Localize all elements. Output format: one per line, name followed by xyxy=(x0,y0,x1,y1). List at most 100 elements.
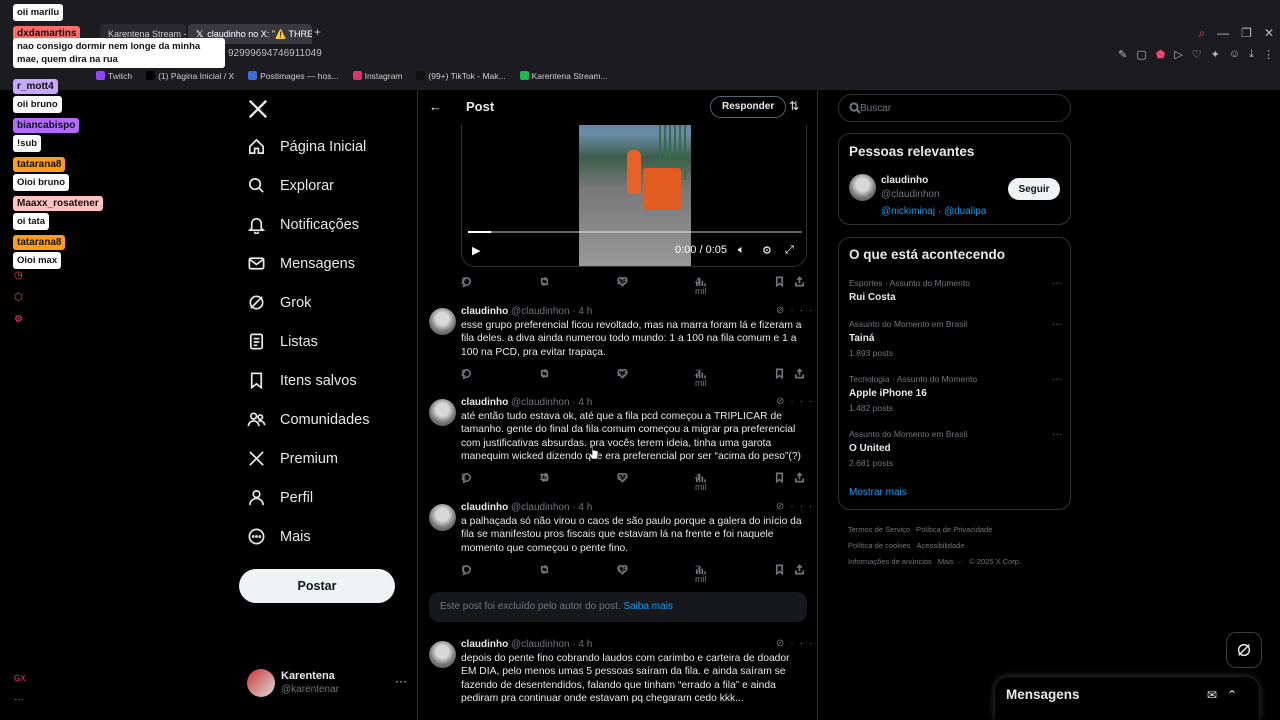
grok-button[interactable] xyxy=(1226,632,1262,668)
video-progress-bar[interactable] xyxy=(468,231,802,233)
retweet-button[interactable] xyxy=(539,368,550,379)
avatar[interactable] xyxy=(429,641,456,668)
views-button[interactable]: 2 mil xyxy=(695,564,707,584)
video-player[interactable]: ▶ 0:00 / 0:05 🔈︎ ⚙ ⤢ xyxy=(461,125,807,267)
nav-item-p-gina-inicial[interactable]: Página Inicial xyxy=(247,137,366,156)
bookmark-item[interactable]: Postimages — hos... xyxy=(248,71,339,85)
post-button[interactable]: Postar xyxy=(239,569,395,603)
nav-item-grok[interactable]: Grok xyxy=(247,293,311,312)
footer-link[interactable]: Informações de anúncios xyxy=(848,557,932,566)
new-message-icon[interactable]: ✉ xyxy=(1207,688,1227,702)
more-icon[interactable]: ··· xyxy=(14,694,24,705)
grok-icon[interactable]: ⊘ xyxy=(776,396,790,407)
bookmark-button[interactable] xyxy=(774,564,785,575)
nav-item-itens-salvos[interactable]: Itens salvos xyxy=(247,371,357,390)
extensions-icon[interactable]: ✦ xyxy=(1211,48,1220,61)
profile-icon[interactable]: ☺ xyxy=(1229,48,1240,61)
reply-button[interactable]: Responder xyxy=(710,96,787,118)
nav-item-premium[interactable]: Premium xyxy=(247,449,338,468)
reply-button[interactable]: 2 xyxy=(461,276,472,287)
footer-link[interactable]: © 2025 X Corp. xyxy=(969,557,1021,566)
volume-icon[interactable]: 🔈︎ xyxy=(738,244,745,257)
twitch-icon[interactable]: ⬡ xyxy=(14,292,23,303)
more-icon[interactable]: ··· xyxy=(1052,319,1062,330)
show-more-link[interactable]: Mostrar mais xyxy=(849,487,907,498)
trend-item[interactable]: Tecnologia · Assunto do Momento Apple iPh… xyxy=(849,374,1064,413)
x-logo-icon[interactable] xyxy=(247,98,269,120)
footer-link[interactable]: Acessibilidade xyxy=(917,541,965,550)
reply-button[interactable]: 1 xyxy=(461,564,472,575)
more-icon[interactable]: ··· xyxy=(1052,429,1062,440)
like-button[interactable]: 18 xyxy=(617,564,628,575)
bookmark-item[interactable]: Karentena Stream... xyxy=(519,71,608,85)
follow-button[interactable]: Seguir xyxy=(1008,178,1060,200)
avatar[interactable] xyxy=(429,308,456,335)
retweet-button[interactable] xyxy=(539,276,550,287)
footer-link[interactable]: Mais ··· xyxy=(938,557,963,566)
address-bar[interactable]: 9299969474691104​9 xyxy=(228,48,322,59)
bookmark-button[interactable] xyxy=(774,368,785,379)
retweet-button[interactable]: 16 xyxy=(539,472,550,483)
bookmark-button[interactable] xyxy=(774,472,785,483)
nav-item-notifica-es[interactable]: Notificações xyxy=(247,215,359,234)
nav-item-explorar[interactable]: Explorar xyxy=(247,176,334,195)
like-button[interactable]: 59 xyxy=(617,472,628,483)
footer-link[interactable]: Política de cookies xyxy=(848,541,911,550)
new-tab-button[interactable]: + xyxy=(314,25,321,39)
pin-icon[interactable]: ✎ xyxy=(1118,48,1127,61)
bookmark-item[interactable]: (99+) TikTok - Mak... xyxy=(416,71,506,85)
tweet-author[interactable]: claudinho xyxy=(461,502,508,513)
trend-item[interactable]: Esportes · Assunto do Momento Rui Costa ··… xyxy=(849,278,1064,303)
settings-icon[interactable]: ⚙ xyxy=(14,314,23,325)
nav-item-mais[interactable]: Mais xyxy=(247,527,311,546)
learn-more-link[interactable]: Saiba mais xyxy=(623,601,672,612)
expand-icon[interactable]: ⌃ xyxy=(1227,688,1247,702)
screenshot-icon[interactable]: ▢ xyxy=(1136,48,1146,61)
download-icon[interactable]: ⤓ xyxy=(1249,48,1254,61)
heart-icon[interactable]: ♡ xyxy=(1192,48,1202,61)
more-icon[interactable]: ··· xyxy=(790,638,817,649)
account-switcher[interactable]: Karentena @karentenar ··· xyxy=(247,668,407,698)
tweet-author[interactable]: claudinho xyxy=(461,639,508,650)
trend-item[interactable]: Assunto do Momento em Brasil O United 2.68… xyxy=(849,429,1064,468)
back-arrow-icon[interactable]: ← xyxy=(429,99,442,114)
share-button[interactable] xyxy=(794,472,805,483)
avatar[interactable] xyxy=(429,504,456,531)
nav-item-comunidades[interactable]: Comunidades xyxy=(247,410,369,429)
grok-icon[interactable]: ⊘ xyxy=(776,638,790,649)
bookmark-item[interactable]: Instagram xyxy=(352,71,402,85)
nav-item-listas[interactable]: Listas xyxy=(247,332,318,351)
grok-icon[interactable]: ⊘ xyxy=(776,501,790,512)
footer-link[interactable]: Termos de Serviço xyxy=(848,525,910,534)
bookmark-button[interactable] xyxy=(774,276,785,287)
nav-item-mensagens[interactable]: Mensagens xyxy=(247,254,355,273)
filter-icon[interactable]: ⇅ xyxy=(789,99,799,113)
shield-icon[interactable]: ⬟ xyxy=(1156,48,1166,61)
history-icon[interactable]: ◷ xyxy=(14,270,23,281)
views-button[interactable]: 4 mil xyxy=(695,472,707,492)
play-icon[interactable]: ▷ xyxy=(1174,48,1182,61)
reply-button[interactable]: 3 xyxy=(461,472,472,483)
fullscreen-icon[interactable]: ⤢ xyxy=(785,244,794,257)
messages-drawer[interactable]: Mensagens ✉⌃ xyxy=(995,677,1259,720)
search-input[interactable] xyxy=(860,99,1060,117)
more-icon[interactable]: ··· xyxy=(1052,278,1062,289)
trend-item[interactable]: Assunto do Momento em Brasil Tainá 1.893 p… xyxy=(849,319,1064,358)
gx-icon[interactable]: GX xyxy=(14,674,26,683)
views-button[interactable]: 4 mil xyxy=(695,276,707,296)
reply-button[interactable]: 2 xyxy=(461,368,472,379)
maximize-button[interactable]: ❐ xyxy=(1241,26,1252,41)
more-icon[interactable]: ··· xyxy=(395,674,407,688)
more-icon[interactable]: ··· xyxy=(790,396,817,407)
close-button[interactable]: ✕ xyxy=(1264,26,1274,41)
like-button[interactable]: 23 xyxy=(617,368,628,379)
share-button[interactable] xyxy=(794,368,805,379)
avatar[interactable] xyxy=(429,399,456,426)
more-icon[interactable]: ··· xyxy=(1052,374,1062,385)
search-icon[interactable]: ⌕ xyxy=(1198,26,1205,41)
play-icon[interactable]: ▶ xyxy=(472,244,480,257)
retweet-button[interactable] xyxy=(539,564,550,575)
nav-item-perfil[interactable]: Perfil xyxy=(247,488,313,507)
more-icon[interactable]: ··· xyxy=(790,305,817,316)
gear-icon[interactable]: ⚙ xyxy=(762,244,772,257)
